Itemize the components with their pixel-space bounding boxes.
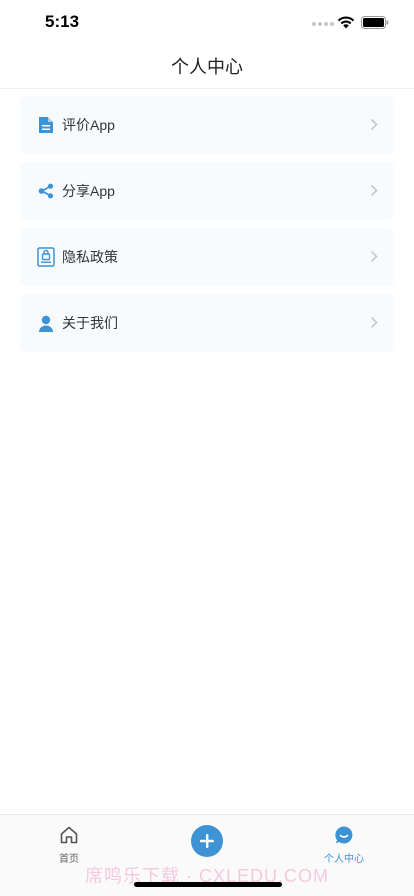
status-time: 5:13 xyxy=(45,12,80,31)
menu-item-privacy-policy[interactable]: 隐私政策 xyxy=(20,228,394,286)
menu-item-label: 分享App xyxy=(62,183,115,199)
menu-item-share-app[interactable]: 分享App xyxy=(20,162,394,220)
menu-item-rate-app[interactable]: 评价App xyxy=(20,96,394,154)
chevron-right-icon xyxy=(370,250,378,263)
menu-item-about-us[interactable]: 关于我们 xyxy=(20,294,394,352)
chevron-right-icon xyxy=(370,184,378,197)
settings-menu: 评价App 分享App 隐私政策 关于我们 xyxy=(20,96,394,360)
cellular-signal-icon xyxy=(312,22,334,26)
home-icon xyxy=(60,826,78,844)
menu-item-label: 评价App xyxy=(62,117,115,133)
page-title: 个人中心 xyxy=(171,57,243,77)
add-button[interactable] xyxy=(191,825,223,857)
battery-icon xyxy=(361,16,389,29)
home-indicator xyxy=(134,882,282,887)
person-icon xyxy=(36,313,56,333)
privacy-lock-icon xyxy=(36,247,56,267)
share-icon xyxy=(36,181,56,201)
wifi-icon xyxy=(337,16,355,29)
document-icon xyxy=(36,115,56,135)
menu-item-label: 关于我们 xyxy=(62,315,118,331)
menu-item-label: 隐私政策 xyxy=(62,249,118,265)
chevron-right-icon xyxy=(370,118,378,131)
chevron-right-icon xyxy=(370,316,378,329)
profile-smile-icon xyxy=(335,826,353,844)
add-icon xyxy=(200,834,214,848)
status-bar: 5:13 xyxy=(0,0,414,44)
nav-bar: 个人中心 xyxy=(0,44,414,89)
